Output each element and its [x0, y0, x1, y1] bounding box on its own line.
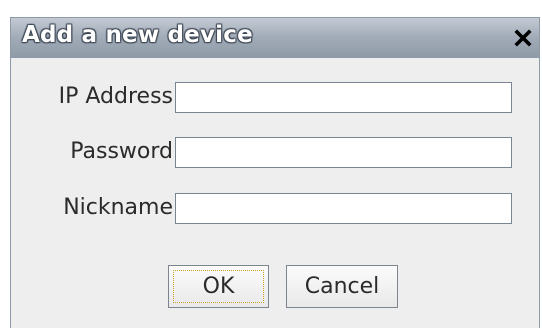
dialog-titlebar[interactable]: Add a new device [11, 18, 539, 58]
dialog-title: Add a new device [22, 22, 253, 48]
password-label: Password [70, 139, 173, 164]
password-row: Password [11, 137, 539, 171]
password-input[interactable] [175, 137, 512, 168]
ok-focus-ring [173, 270, 264, 303]
nickname-input[interactable] [175, 193, 512, 224]
ip-address-label: IP Address [58, 84, 173, 109]
ok-button[interactable]: OK [168, 265, 269, 308]
nickname-label: Nickname [63, 195, 173, 220]
ip-address-input[interactable] [175, 82, 512, 113]
close-icon [514, 29, 532, 47]
add-device-dialog: Add a new device IP Address Password Nic… [10, 17, 540, 328]
close-button[interactable] [507, 20, 539, 56]
nickname-row: Nickname [11, 193, 539, 227]
cancel-button-label: Cancel [304, 274, 380, 299]
ip-address-row: IP Address [11, 82, 539, 116]
cancel-button[interactable]: Cancel [286, 265, 398, 308]
